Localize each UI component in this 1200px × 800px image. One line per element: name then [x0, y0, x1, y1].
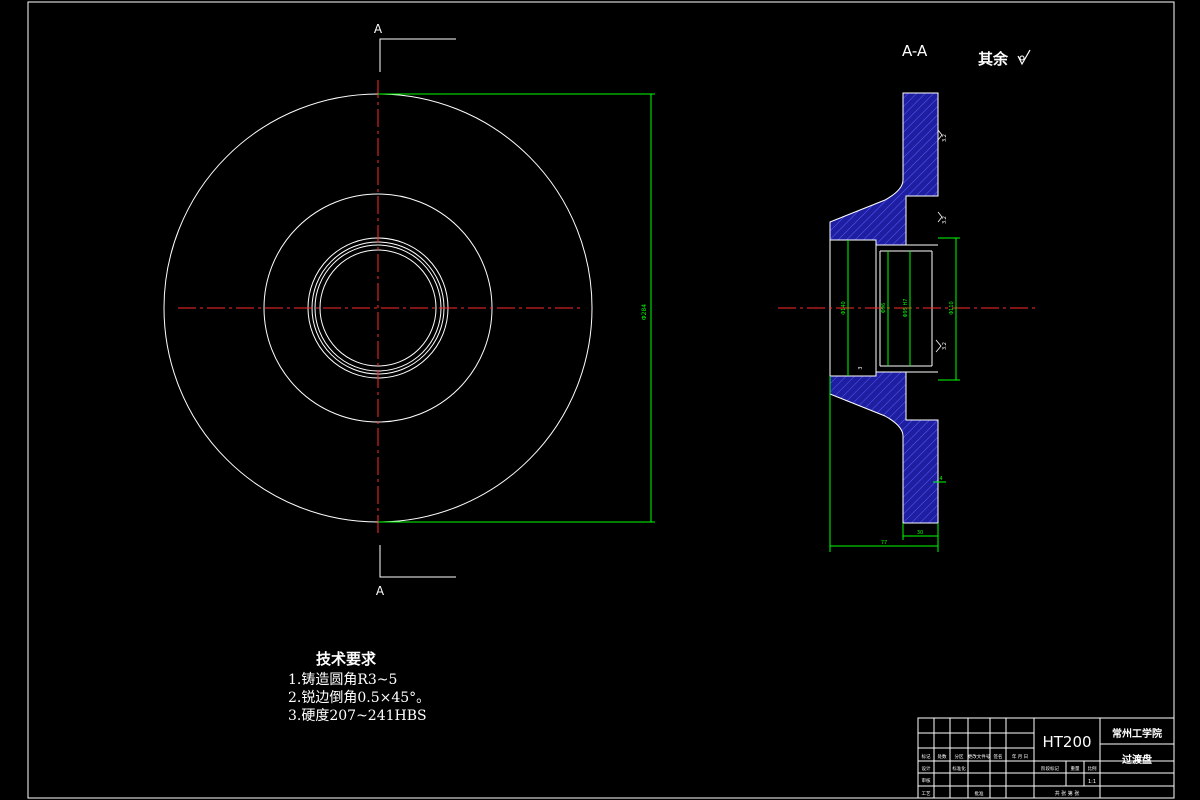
roughness-mark-c: 3.2: [942, 342, 948, 350]
drawing-border: [27, 1, 1175, 799]
roughness-symbol-icon: [1017, 49, 1031, 66]
dim-small-step: 4: [939, 476, 942, 482]
scale-value: 1:1: [1088, 779, 1096, 785]
section-label-top: A: [374, 22, 383, 36]
dim-inner-d4: Φ110: [949, 301, 955, 314]
section-body-lower: [829, 371, 939, 524]
sheet-note: 共 张 第 张: [1055, 790, 1080, 797]
header-cell: 签名: [994, 753, 1003, 760]
dim-inner-d1: Φ140: [841, 301, 847, 314]
dim-hub-length: 77: [881, 540, 887, 546]
dim-front-height: Φ284: [641, 304, 648, 320]
roughness-mark-b: 3.2: [942, 216, 948, 224]
material-label: HT200: [1042, 733, 1091, 751]
tech-requirement-1: 1.铸造圆角R3~5: [288, 672, 398, 688]
tech-requirement-3: 3.硬度207~241HBS: [288, 708, 427, 724]
header-cell: 标记: [922, 753, 931, 760]
dim-flange-thickness: 30: [917, 530, 923, 536]
header-cell: 分区: [955, 753, 964, 760]
row-label: 审核: [922, 777, 931, 784]
row-label: 批准: [975, 790, 984, 797]
section-mark-bottom: [379, 545, 456, 578]
row-label: 标准化: [952, 765, 966, 772]
col-label: 阶段标记: [1041, 765, 1059, 772]
tech-requirement-2: 2.锐边倒角0.5×45°。: [288, 690, 431, 706]
cad-drawing: Φ284 A A A-A 其余 Φ140 Φ96 Φ95 H7 Φ110 77 …: [27, 1, 1175, 799]
section-view: A-A 其余 Φ140 Φ96 Φ95 H7 Φ110 77 30 4 3 3.…: [778, 42, 1036, 552]
row-label: 设计: [922, 765, 931, 772]
roughness-icon-c: [935, 339, 942, 353]
dim-inner-d2: Φ96: [881, 303, 887, 313]
part-name: 过渡盘: [1122, 753, 1152, 766]
dim-inner-d3: Φ95 H7: [903, 299, 909, 318]
dim-small-gap: 3: [858, 366, 864, 369]
header-cell: 更改文件号: [968, 753, 991, 760]
section-view-title: A-A: [902, 42, 928, 60]
roughness-note: 其余: [978, 50, 1009, 68]
school-name: 常州工学院: [1112, 727, 1162, 740]
col-label: 比例: [1088, 765, 1097, 772]
roughness-mark-a: 3.2: [942, 134, 948, 142]
section-label-bottom: A: [376, 584, 385, 598]
section-body-upper: [829, 92, 939, 246]
section-mark-top: [379, 38, 456, 72]
row-label: 工艺: [922, 791, 931, 797]
tech-requirements-title: 技术要求: [316, 650, 377, 668]
col-label: 重量: [1071, 765, 1080, 772]
header-cell: 处数: [938, 753, 947, 760]
front-view: Φ284: [163, 80, 655, 534]
header-cell: 年 月 日: [1012, 753, 1028, 760]
